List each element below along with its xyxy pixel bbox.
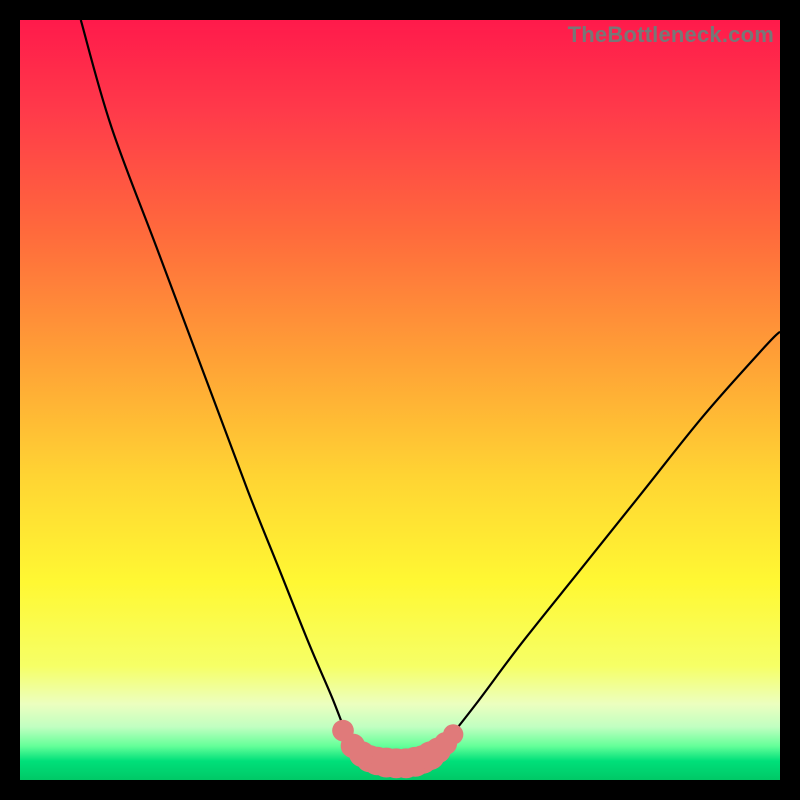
plot-frame: TheBottleneck.com [20,20,780,780]
chart-svg [20,20,780,780]
bottleneck-curve [81,20,780,764]
bottom-dots-group [332,720,463,778]
bottom-dot [443,724,463,744]
